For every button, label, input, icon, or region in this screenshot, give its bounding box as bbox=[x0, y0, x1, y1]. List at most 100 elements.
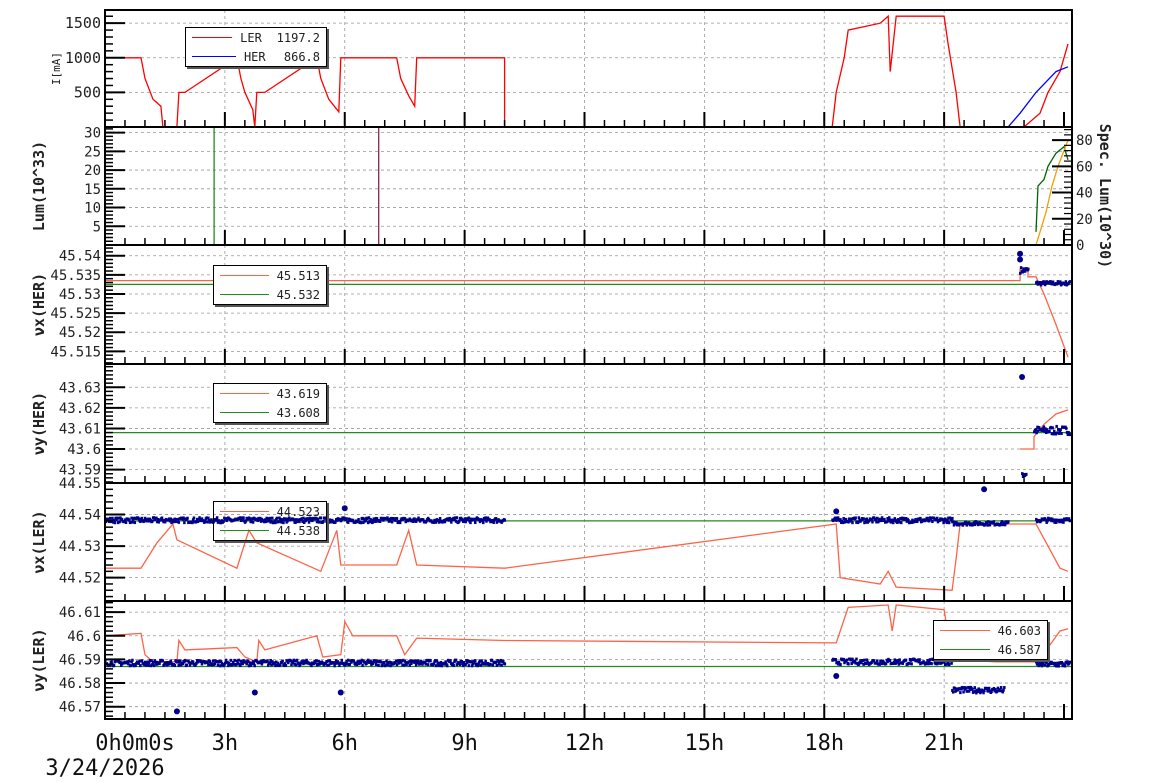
y-axis-label: I[mA] bbox=[50, 52, 63, 85]
legend-line bbox=[940, 630, 990, 631]
data-point bbox=[1057, 431, 1061, 435]
data-point bbox=[992, 520, 996, 524]
y-tick-label: 45.525 bbox=[50, 306, 101, 322]
panel-lum: 5 10 15 20 25 30 Lum(10^33) 0 20 40 60 80 Spec. Lum(… bbox=[30, 124, 1114, 269]
data-point bbox=[1048, 429, 1051, 433]
data-point bbox=[112, 664, 116, 668]
data-point bbox=[1068, 660, 1072, 664]
legend-line bbox=[220, 530, 269, 531]
data-point bbox=[424, 662, 427, 666]
panel-nuy_ler: 46.57 46.58 46.59 46.6 46.61 νy(LER) bbox=[30, 600, 1073, 720]
data-point bbox=[962, 690, 965, 694]
data-point bbox=[229, 658, 232, 662]
data-point bbox=[185, 663, 189, 667]
data-point bbox=[379, 660, 383, 664]
data-point bbox=[361, 663, 364, 667]
x-tick-label: 3h bbox=[212, 731, 239, 756]
data-point bbox=[458, 663, 462, 667]
legend-value: 45.513 bbox=[276, 268, 320, 283]
y-tick-label: 20 bbox=[84, 163, 101, 179]
legend-nuy-her: 43.619 43.608 bbox=[213, 383, 327, 423]
y-tick-label: 46.61 bbox=[59, 605, 101, 621]
data-point bbox=[131, 520, 134, 524]
legend-nux-her: 45.513 45.532 bbox=[213, 265, 327, 305]
data-point bbox=[124, 520, 128, 524]
data-point bbox=[833, 672, 840, 679]
data-point bbox=[346, 520, 350, 524]
data-point bbox=[237, 658, 240, 662]
y-tick-label: 46.6 bbox=[67, 629, 101, 645]
data-point bbox=[1068, 280, 1072, 284]
y-tick-label: 10 bbox=[84, 201, 101, 217]
data-point bbox=[281, 659, 284, 663]
y-axis-label: νx(LER) bbox=[30, 510, 48, 573]
y-tick-label: 25 bbox=[84, 144, 101, 160]
data-point bbox=[918, 658, 921, 662]
y2-tick-label: 40 bbox=[1076, 186, 1093, 202]
data-point bbox=[444, 660, 447, 664]
data-point bbox=[395, 517, 399, 521]
panel-nux_ler: 44.52 44.53 44.54 44.55 νx(LER) bbox=[30, 476, 1073, 602]
legend-name: HER bbox=[243, 49, 266, 64]
y-axis-label: νx(HER) bbox=[30, 273, 48, 336]
y-tick-label: 5 bbox=[93, 219, 101, 235]
legend-value: 44.538 bbox=[276, 523, 320, 538]
data-point bbox=[497, 662, 501, 666]
data-point bbox=[1027, 267, 1030, 271]
data-point bbox=[177, 520, 181, 524]
data-point bbox=[284, 663, 288, 667]
data-point bbox=[979, 691, 982, 695]
data-point bbox=[177, 663, 181, 667]
data-point bbox=[378, 519, 382, 523]
legend-value: 46.603 bbox=[997, 623, 1041, 638]
data-point bbox=[438, 517, 442, 521]
data-point bbox=[871, 520, 874, 524]
data-point bbox=[1040, 664, 1044, 668]
y-tick-label: 43.63 bbox=[59, 380, 101, 396]
y-tick-label: 44.54 bbox=[59, 508, 101, 524]
data-point bbox=[1063, 664, 1067, 668]
data-point bbox=[1065, 426, 1068, 430]
y-tick-label: 30 bbox=[84, 126, 101, 142]
data-point bbox=[191, 521, 194, 525]
y-tick-label: 45.53 bbox=[59, 287, 101, 303]
data-point bbox=[474, 521, 477, 525]
series-line-her bbox=[105, 66, 1069, 128]
data-point bbox=[489, 662, 492, 666]
data-point bbox=[216, 663, 220, 667]
data-point bbox=[371, 520, 375, 524]
x-tick-label: 21h bbox=[924, 731, 964, 756]
data-point bbox=[152, 664, 156, 668]
data-point bbox=[888, 659, 892, 663]
data-point bbox=[898, 658, 901, 662]
data-point bbox=[173, 708, 180, 715]
data-point bbox=[346, 658, 350, 662]
data-point bbox=[931, 520, 934, 524]
data-point bbox=[847, 662, 850, 666]
data-point bbox=[113, 521, 117, 525]
y2-tick-label: 80 bbox=[1076, 133, 1093, 149]
data-point bbox=[434, 664, 438, 668]
data-point bbox=[1055, 424, 1058, 428]
legend-line bbox=[220, 393, 269, 394]
y-tick-label: 45.54 bbox=[59, 249, 101, 265]
data-point bbox=[1051, 426, 1054, 430]
data-point bbox=[494, 517, 498, 521]
data-point bbox=[973, 686, 977, 690]
y-tick-label: 45.52 bbox=[59, 325, 101, 341]
data-point bbox=[492, 521, 495, 525]
panel-nux_her: 45.515 45.52 45.525 45.53 45.535 45.54 νx(HER) bbox=[30, 244, 1073, 365]
y-tick-label: 44.53 bbox=[59, 539, 101, 555]
data-point bbox=[495, 663, 499, 667]
data-point bbox=[904, 658, 908, 662]
data-point bbox=[374, 663, 378, 667]
data-point bbox=[1017, 250, 1024, 257]
legend-value: 43.619 bbox=[276, 386, 320, 401]
data-point bbox=[1003, 686, 1006, 690]
y-tick-label: 45.535 bbox=[50, 268, 101, 284]
data-point bbox=[1002, 688, 1005, 692]
data-point bbox=[449, 659, 452, 663]
data-point bbox=[947, 663, 951, 667]
legend-nuy-ler: 46.603 46.587 bbox=[933, 620, 1048, 660]
x-tick-label: 12h bbox=[565, 731, 605, 756]
